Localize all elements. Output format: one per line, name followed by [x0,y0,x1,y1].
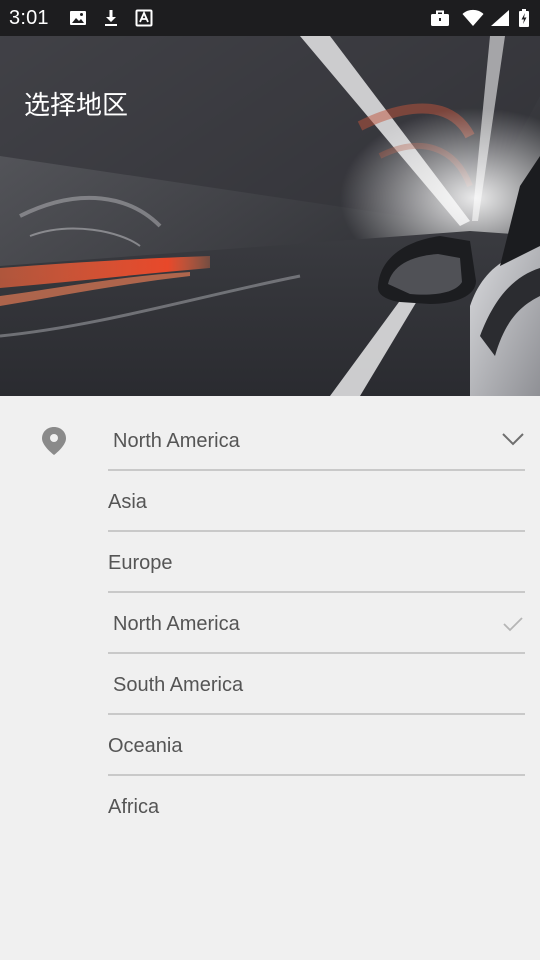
region-option-asia[interactable]: Asia [108,471,525,532]
region-option-label: South America [113,674,244,696]
region-option-europe[interactable]: Europe [108,532,525,593]
chevron-down-icon[interactable] [501,431,525,447]
checkmark-icon [503,616,523,632]
status-time: 3:01 [9,7,49,29]
region-option-africa[interactable]: Africa [108,776,525,837]
region-option-label: North America [113,613,240,635]
status-bar: 3:01 [0,0,540,36]
image-icon [69,9,87,27]
region-option-south-america[interactable]: South America [108,654,525,715]
download-icon [102,9,120,27]
region-select[interactable]: North America [108,410,525,471]
wifi-icon [462,9,484,27]
region-option-label: Oceania [108,735,183,757]
cellular-signal-icon [490,9,510,27]
location-pin-icon [40,426,68,456]
text-a-icon [135,9,153,27]
region-option-label: Asia [108,491,147,513]
region-option-label: Europe [108,552,173,574]
region-dropdown: North America Asia Europe North America … [108,410,525,837]
selected-region-value: North America [113,430,240,452]
region-option-oceania[interactable]: Oceania [108,715,525,776]
region-option-north-america[interactable]: North America [108,593,525,654]
briefcase-icon [430,9,450,27]
screen: 3:01 选择地区 North America Asia Europe Nort… [0,0,540,960]
header-banner: 选择地区 [0,36,540,396]
region-option-label: Africa [108,796,160,818]
battery-charging-icon [518,9,530,27]
page-title: 选择地区 [24,90,129,120]
